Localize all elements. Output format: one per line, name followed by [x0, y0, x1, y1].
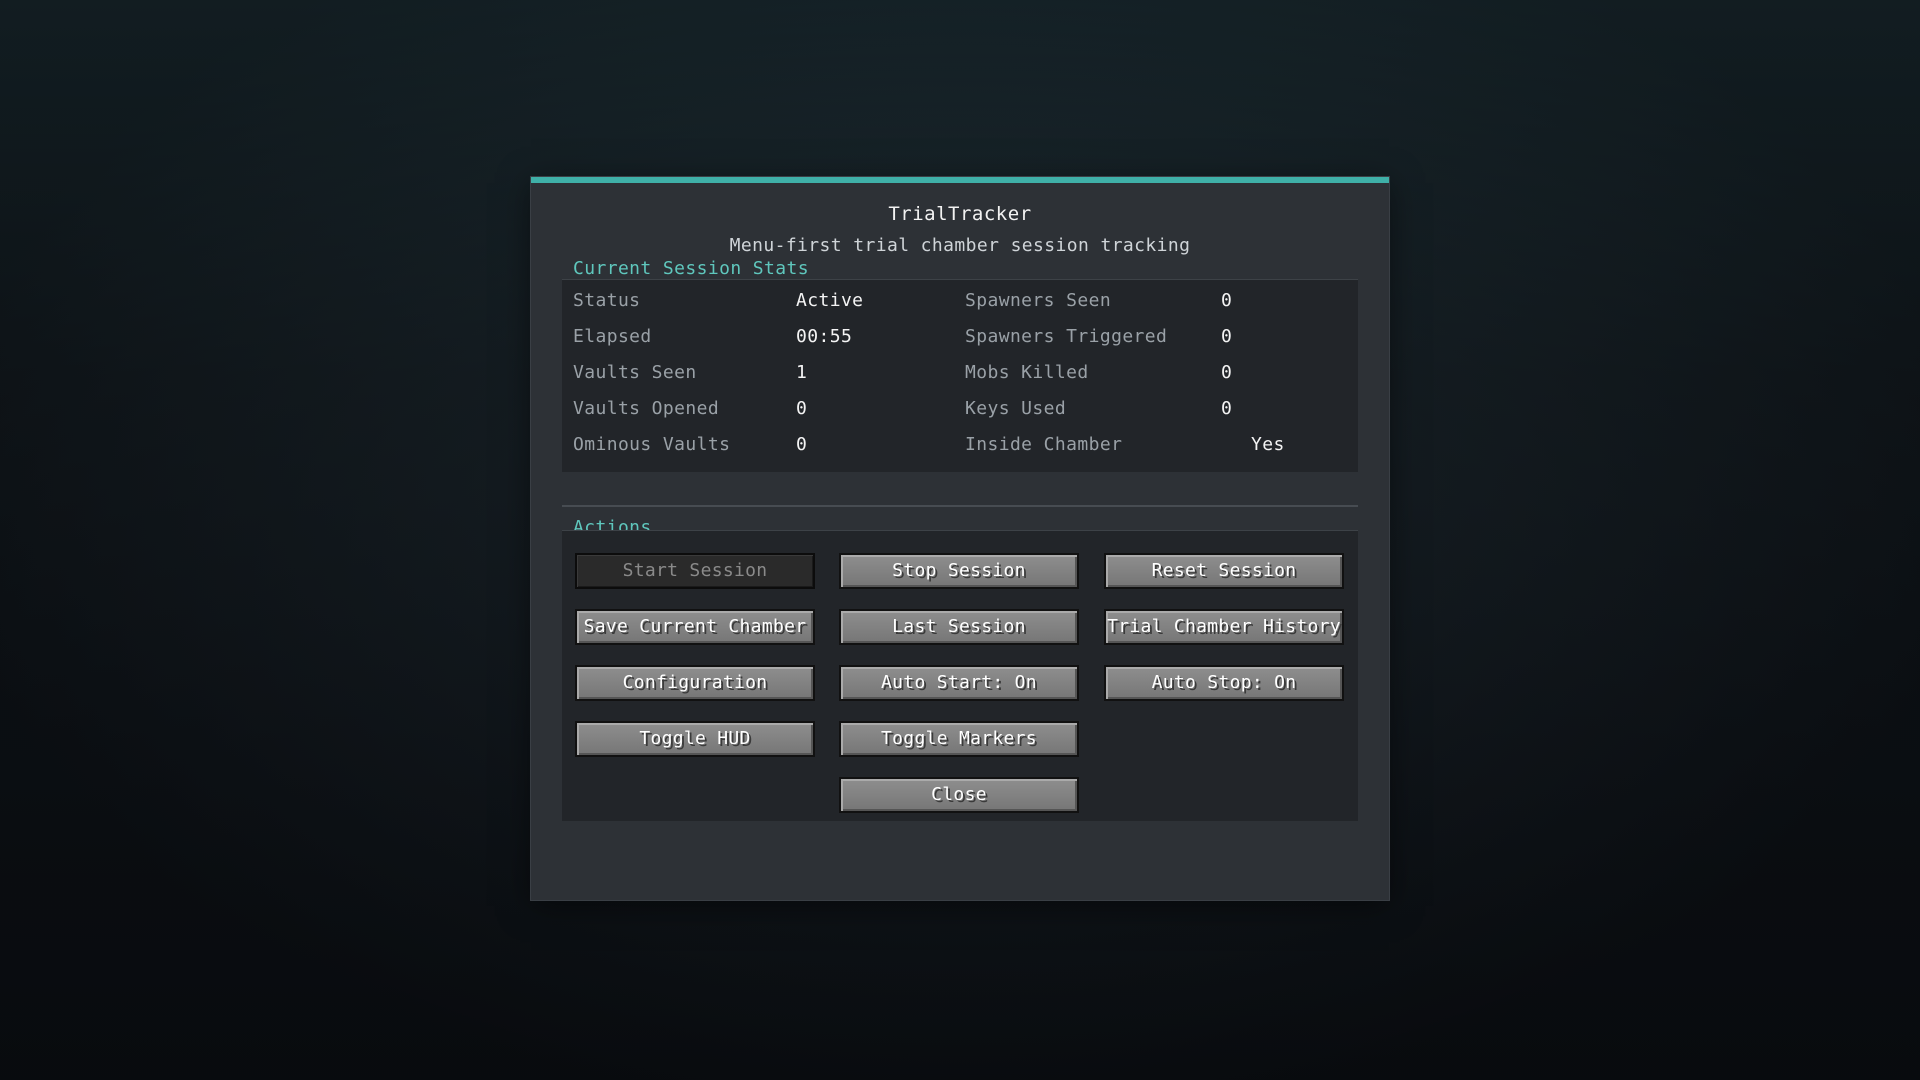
stat-label-mobs-killed: Mobs Killed: [965, 362, 1089, 383]
configuration-button[interactable]: Configuration: [575, 665, 815, 701]
last-session-button[interactable]: Last Session: [839, 609, 1079, 645]
stat-value-status: Active: [796, 290, 864, 311]
stat-label-status: Status: [573, 290, 641, 311]
stat-value-spawners-seen: 0: [1221, 290, 1233, 311]
reset-session-button[interactable]: Reset Session: [1104, 553, 1344, 589]
stat-label-spawners-seen: Spawners Seen: [965, 290, 1112, 311]
close-button[interactable]: Close: [839, 777, 1079, 813]
stop-session-button[interactable]: Stop Session: [839, 553, 1079, 589]
save-current-chamber-button[interactable]: Save Current Chamber: [575, 609, 815, 645]
trialtracker-panel: TrialTracker Menu-first trial chamber se…: [531, 177, 1389, 900]
panel-title: TrialTracker: [888, 203, 1032, 225]
stats-box: Status Active Spawners Seen 0 Elapsed 00…: [562, 279, 1358, 472]
panel-accent-bar: [531, 177, 1389, 183]
trial-chamber-history-button[interactable]: Trial Chamber History: [1104, 609, 1344, 645]
stat-label-elapsed: Elapsed: [573, 326, 652, 347]
auto-stop-toggle-button[interactable]: Auto Stop: On: [1104, 665, 1344, 701]
stat-label-vaults-opened: Vaults Opened: [573, 398, 720, 419]
stat-value-vaults-opened: 0: [796, 398, 808, 419]
stat-value-spawners-triggered: 0: [1221, 326, 1233, 347]
stat-label-inside-chamber: Inside Chamber: [965, 434, 1123, 455]
stat-label-spawners-triggered: Spawners Triggered: [965, 326, 1168, 347]
stat-value-keys-used: 0: [1221, 398, 1233, 419]
start-session-button[interactable]: Start Session: [575, 553, 815, 589]
stat-label-ominous-vaults: Ominous Vaults: [573, 434, 731, 455]
stat-value-ominous-vaults: 0: [796, 434, 808, 455]
panel-subtitle: Menu-first trial chamber session trackin…: [729, 235, 1191, 256]
actions-box: Start Session Stop Session Reset Session…: [562, 530, 1358, 821]
stat-value-vaults-seen: 1: [796, 362, 808, 383]
stats-section-label: Current Session Stats: [573, 258, 809, 279]
stat-value-inside-chamber: Yes: [1251, 434, 1285, 455]
toggle-hud-button[interactable]: Toggle HUD: [575, 721, 815, 757]
stat-label-keys-used: Keys Used: [965, 398, 1067, 419]
stat-label-vaults-seen: Vaults Seen: [573, 362, 697, 383]
toggle-markers-button[interactable]: Toggle Markers: [839, 721, 1079, 757]
stat-value-elapsed: 00:55: [796, 326, 853, 347]
auto-start-toggle-button[interactable]: Auto Start: On: [839, 665, 1079, 701]
stat-value-mobs-killed: 0: [1221, 362, 1233, 383]
section-divider: [562, 505, 1358, 507]
